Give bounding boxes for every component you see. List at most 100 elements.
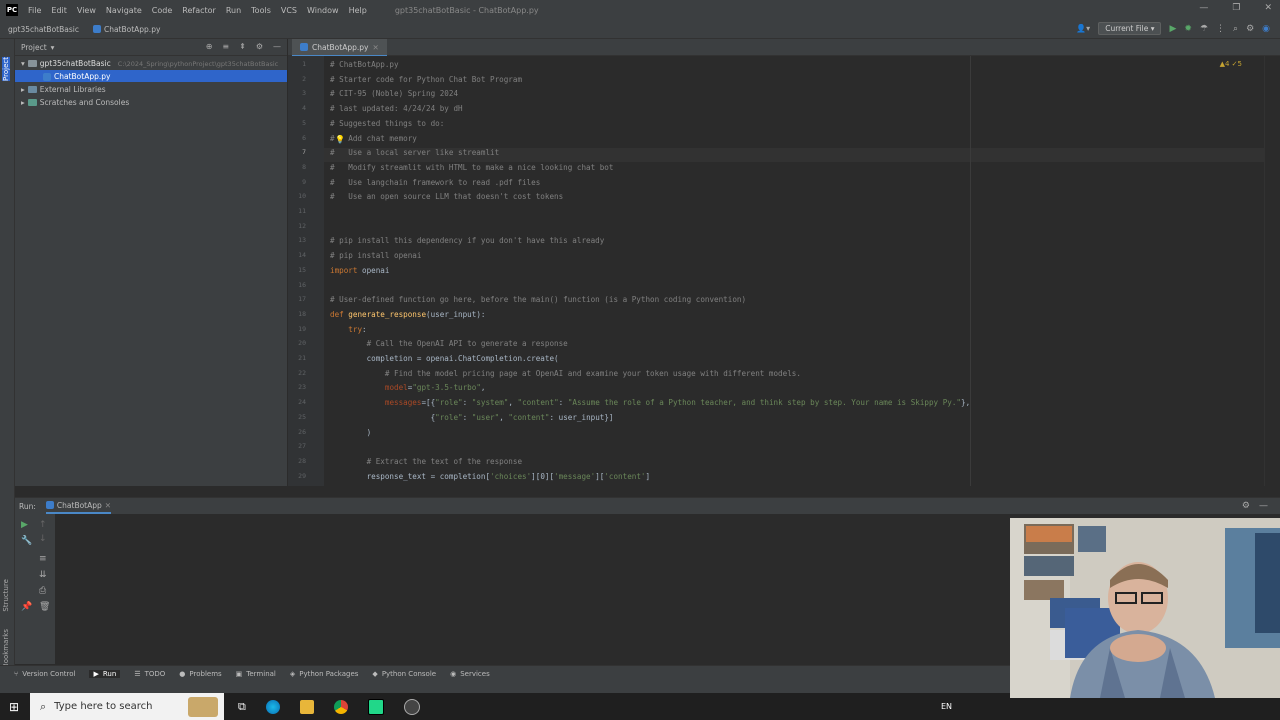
code-editor[interactable]: ▲4 ✓5 💡 # ChatBotApp.py # Starter code fo… (324, 56, 1264, 486)
rerun-icon[interactable]: ▶ (21, 520, 28, 530)
print-icon[interactable]: ⎙ (39, 586, 46, 596)
code-line: def generate_response(user_input): (330, 310, 485, 319)
chevron-right-icon[interactable]: ▸ (21, 98, 25, 107)
minimize-icon[interactable]: — (1199, 3, 1208, 13)
code-token: # Extract the text of the response (366, 456, 523, 466)
close-tab-icon[interactable]: ✕ (105, 501, 111, 510)
taskbar-search[interactable]: ⌕ Type here to search (30, 693, 224, 720)
search-everywhere-icon[interactable]: ⌕ (1233, 24, 1238, 34)
project-panel-title[interactable]: Project (21, 43, 47, 52)
breadcrumb-project[interactable]: gpt35chatBotBasic (8, 25, 79, 34)
menu-tools[interactable]: Tools (251, 6, 271, 15)
run-config-select[interactable]: Current File ▾ (1098, 22, 1162, 35)
code-token: # last updated: 4/24/24 by dH (330, 104, 463, 114)
hide-icon[interactable]: — (1259, 501, 1268, 511)
code-line: ) (330, 428, 372, 437)
menu-view[interactable]: View (77, 6, 96, 15)
menu-code[interactable]: Code (152, 6, 172, 15)
obs-icon[interactable] (403, 698, 420, 715)
menu-window[interactable]: Window (307, 6, 339, 15)
code-token: "gpt-3.5-turbo" (412, 383, 481, 393)
locate-icon[interactable]: ⊕ (206, 42, 213, 51)
pin-icon[interactable]: 📌 (21, 602, 32, 612)
chevron-right-icon[interactable]: ▸ (21, 85, 25, 94)
run-tab-chatbotapp[interactable]: ChatBotApp ✕ (45, 498, 112, 514)
wrench-icon[interactable]: 🔧 (21, 536, 32, 546)
problems-icon: ● (179, 670, 186, 678)
trash-icon[interactable]: 🗑 (39, 602, 50, 612)
chevron-down-icon[interactable]: ▾ (21, 59, 25, 68)
menu-refactor[interactable]: Refactor (182, 6, 216, 15)
tab-label: ChatBotApp.py (312, 42, 369, 52)
menu-edit[interactable]: Edit (51, 6, 67, 15)
chevron-down-icon[interactable]: ▾ (51, 43, 55, 52)
tool-run[interactable]: ▶ Run (89, 670, 121, 678)
user-icon[interactable]: 👤▾ (1076, 24, 1090, 33)
more-run-icon[interactable]: ⋮ (1216, 24, 1225, 34)
tool-problems[interactable]: ● Problems (179, 670, 221, 678)
editor-scrollbar[interactable] (1264, 56, 1280, 486)
tool-version-control[interactable]: ⑂ Version Control (14, 670, 75, 678)
windows-start-icon[interactable]: ⊞ (9, 700, 19, 714)
menu-run[interactable]: Run (226, 6, 241, 15)
scroll-to-end-icon[interactable]: ⇊ (39, 570, 47, 580)
up-arrow-icon[interactable]: ↑ (39, 520, 47, 530)
gear-icon[interactable]: ⚙ (1242, 501, 1250, 511)
code-token: "role" (435, 412, 463, 422)
coverage-icon[interactable]: ☂ (1200, 24, 1208, 34)
tool-python-packages[interactable]: ◈ Python Packages (290, 670, 359, 678)
language-indicator[interactable]: EN (941, 702, 952, 711)
expand-all-icon[interactable]: ≡ (222, 42, 229, 51)
file-explorer-icon[interactable] (299, 699, 314, 714)
run-icon[interactable]: ▶ (1169, 24, 1176, 34)
run-toolbar: ▶ 🔧 ↑ ↓ ≡ ⇊ ⎙ 🗑 📌 (15, 514, 55, 664)
menu-help[interactable]: Help (349, 6, 367, 15)
down-arrow-icon[interactable]: ↓ (39, 534, 47, 544)
breadcrumb-file[interactable]: ChatBotApp.py (92, 25, 160, 34)
close-tab-icon[interactable]: ✕ (372, 43, 378, 52)
code-token: : (558, 398, 568, 408)
tool-services[interactable]: ◉ Services (450, 670, 490, 678)
structure-tool-tab[interactable]: Structure (2, 579, 10, 612)
tool-todo[interactable]: ☰ TODO (134, 670, 165, 678)
code-token: , (508, 398, 518, 408)
soft-wrap-icon[interactable]: ≡ (39, 554, 47, 564)
code-token: messages (384, 398, 422, 408)
tree-root[interactable]: ▾ gpt35chatBotBasic C:\2024_Spring\pytho… (21, 59, 278, 68)
tool-label: Terminal (246, 670, 276, 678)
bookmarks-tool-tab[interactable]: Bookmarks (2, 629, 10, 668)
menu-vcs[interactable]: VCS (281, 6, 297, 15)
close-icon[interactable]: ✕ (1264, 3, 1272, 13)
edge-icon[interactable] (265, 699, 280, 714)
tree-external-libraries[interactable]: ▸ External Libraries (21, 85, 106, 94)
project-panel: Project ▾ ⊕ ≡ ⇞ ⚙ — ▾ gpt35chatBotBasic C… (15, 39, 287, 486)
collapse-all-icon[interactable]: ⇞ (239, 42, 246, 51)
debug-icon[interactable]: ✹ (1184, 24, 1192, 34)
line-number: 5 (302, 118, 306, 127)
task-view-icon[interactable]: ⧉ (238, 700, 246, 714)
chrome-icon[interactable] (333, 699, 348, 714)
hide-icon[interactable]: — (273, 42, 281, 51)
code-token: "content" (517, 398, 559, 408)
menu-file[interactable]: File (28, 6, 41, 15)
python-console-icon: ◆ (372, 670, 378, 678)
tab-chatbotapp[interactable]: ChatBotApp.py ✕ (292, 39, 387, 57)
tree-scratches[interactable]: ▸ Scratches and Consoles (21, 98, 129, 107)
tool-terminal[interactable]: ▣ Terminal (236, 670, 276, 678)
tool-python-console[interactable]: ◆ Python Console (372, 670, 436, 678)
gear-icon[interactable]: ⚙ (256, 42, 263, 51)
project-tool-tab[interactable]: Project (2, 57, 10, 81)
services-icon: ◉ (450, 670, 457, 678)
menu-navigate[interactable]: Navigate (106, 6, 142, 15)
inspection-widget[interactable]: ▲4 ✓5 (1220, 60, 1242, 68)
tree-file-chatbotapp[interactable]: ChatBotApp.py (43, 72, 110, 81)
tree-external-label: External Libraries (39, 85, 106, 94)
ide-update-icon[interactable]: ◉ (1262, 24, 1270, 34)
pycharm-taskbar-icon[interactable] (367, 698, 384, 715)
maximize-icon[interactable]: ❐ (1232, 3, 1240, 13)
settings-icon[interactable]: ⚙ (1246, 24, 1254, 34)
code-line: response_text = completion['choices'][0]… (330, 472, 651, 481)
python-file-icon (45, 501, 54, 509)
packages-icon: ◈ (289, 670, 296, 678)
